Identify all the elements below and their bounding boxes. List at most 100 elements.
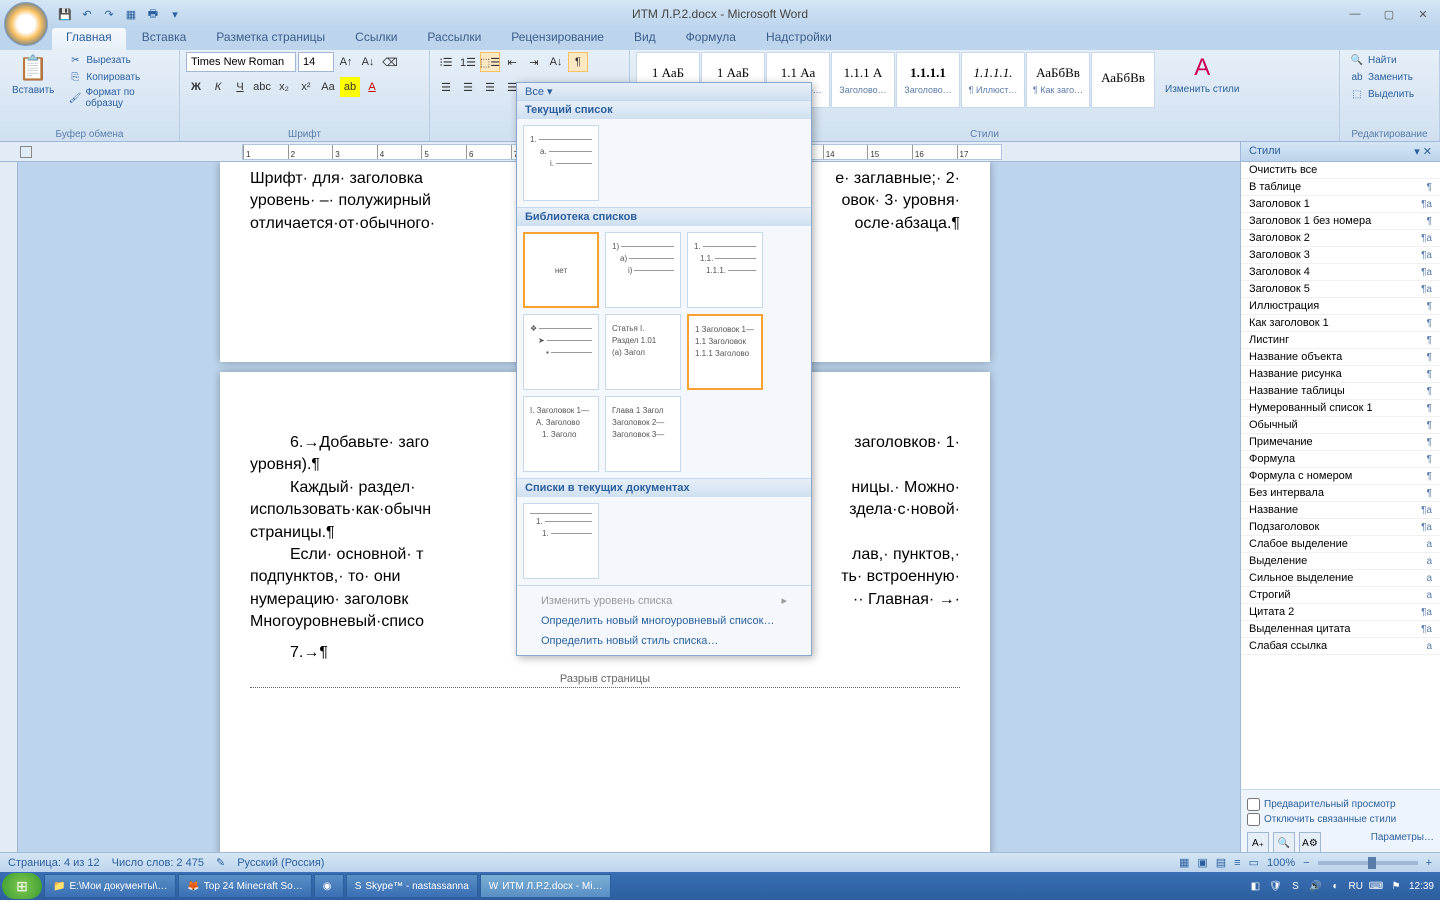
format-painter-button[interactable]: 🖌Формат по образцу [64, 86, 173, 110]
style-list-item[interactable]: Листинг¶ [1241, 332, 1440, 349]
taskbar-item[interactable]: WИТМ Л.Р.2.docx - Mi… [480, 874, 612, 898]
style-list-item[interactable]: Обычный¶ [1241, 417, 1440, 434]
select-button[interactable]: ⬚Выделить [1346, 86, 1418, 102]
zoom-in-button[interactable]: + [1426, 857, 1432, 869]
strike-button[interactable]: abc [252, 77, 272, 97]
list-preview-item[interactable]: 1 Заголовок 1— 1.1 Заголовок 1.1.1 Загол… [687, 314, 763, 390]
style-gallery-item[interactable]: 1.1.1.1Заголово… [896, 52, 960, 108]
styles-list[interactable]: Очистить всеВ таблице¶Заголовок 1¶аЗагол… [1241, 162, 1440, 789]
style-list-item[interactable]: Примечание¶ [1241, 434, 1440, 451]
bullets-button[interactable]: ⁝☰ [436, 52, 456, 72]
tray-icon[interactable]: ◐ [1329, 879, 1343, 893]
change-styles-button[interactable]: A Изменить стили [1159, 52, 1245, 97]
italic-button[interactable]: К [208, 77, 228, 97]
view-draft[interactable]: ▭ [1249, 856, 1259, 869]
align-center-button[interactable]: ☰ [458, 77, 478, 97]
style-list-item[interactable]: Выделениеa [1241, 553, 1440, 570]
tray-icon[interactable]: 🛡 [1269, 879, 1283, 893]
replace-button[interactable]: abЗаменить [1346, 69, 1418, 85]
vertical-ruler[interactable] [0, 162, 18, 860]
taskbar-item[interactable]: ◉ [314, 874, 344, 898]
tray-icon[interactable]: 🔊 [1309, 879, 1323, 893]
menu-define-style[interactable]: Определить новый стиль списка… [517, 631, 811, 651]
style-list-item[interactable]: Заголовок 3¶а [1241, 247, 1440, 264]
style-list-item[interactable]: Формула с номером¶ [1241, 468, 1440, 485]
style-list-item[interactable]: Подзаголовок¶а [1241, 519, 1440, 536]
style-list-item[interactable]: Название¶а [1241, 502, 1440, 519]
font-name-select[interactable] [186, 52, 296, 72]
superscript-button[interactable]: x² [296, 77, 316, 97]
tab-view[interactable]: Вид [620, 28, 670, 50]
style-gallery-item[interactable]: АаБбВв [1091, 52, 1155, 108]
tab-mailings[interactable]: Рассылки [413, 28, 495, 50]
list-preview-item[interactable]: Глава 1 Загол Заголовок 2— Заголовок 3— [605, 396, 681, 472]
style-list-item[interactable]: Без интервала¶ [1241, 485, 1440, 502]
tab-addins[interactable]: Надстройки [752, 28, 846, 50]
style-list-item[interactable]: Сильное выделениеa [1241, 570, 1440, 587]
style-list-item[interactable]: Заголовок 4¶а [1241, 264, 1440, 281]
zoom-slider[interactable] [1318, 861, 1418, 865]
style-list-item[interactable]: Название рисунка¶ [1241, 366, 1440, 383]
clock[interactable]: 12:39 [1409, 881, 1434, 892]
show-marks-button[interactable]: ¶ [568, 52, 588, 72]
style-gallery-item[interactable]: 1.1.1.1.¶ Иллюст… [961, 52, 1025, 108]
subscript-button[interactable]: x₂ [274, 77, 294, 97]
style-list-item[interactable]: Слабое выделениеa [1241, 536, 1440, 553]
close-button[interactable]: ✕ [1410, 5, 1436, 23]
list-preview-item[interactable]: ❖ ➤ ▪ [523, 314, 599, 390]
list-preview-item[interactable]: 1. 1.1. 1.1.1. [687, 232, 763, 308]
style-list-item[interactable]: Цитата 2¶а [1241, 604, 1440, 621]
list-preview-none[interactable]: нет [523, 232, 599, 308]
underline-button[interactable]: Ч [230, 77, 250, 97]
tab-references[interactable]: Ссылки [341, 28, 411, 50]
styles-params-link[interactable]: Параметры… [1371, 832, 1434, 854]
align-right-button[interactable]: ☰ [480, 77, 500, 97]
style-list-item[interactable]: Строгийa [1241, 587, 1440, 604]
style-list-item[interactable]: Название объекта¶ [1241, 349, 1440, 366]
bold-button[interactable]: Ж [186, 77, 206, 97]
style-list-item[interactable]: Слабая ссылкаa [1241, 638, 1440, 655]
font-color-button[interactable]: A [362, 77, 382, 97]
clear-format-button[interactable]: ⌫ [380, 52, 400, 72]
undo-icon[interactable]: ↶ [78, 5, 96, 23]
language-bar[interactable]: RU [1349, 881, 1363, 892]
new-style-button[interactable]: A₊ [1247, 832, 1269, 854]
grow-font-button[interactable]: A↑ [336, 52, 356, 72]
style-list-item[interactable]: Название таблицы¶ [1241, 383, 1440, 400]
style-list-item[interactable]: В таблице¶ [1241, 179, 1440, 196]
menu-define-multilevel[interactable]: Определить новый многоуровневый список… [517, 611, 811, 631]
tab-review[interactable]: Рецензирование [497, 28, 618, 50]
tab-insert[interactable]: Вставка [128, 28, 201, 50]
cut-button[interactable]: ✂Вырезать [64, 52, 173, 68]
qat-more-icon[interactable]: ▾ [166, 5, 184, 23]
decrease-indent-button[interactable]: ⇤ [502, 52, 522, 72]
style-list-item[interactable]: Заголовок 5¶а [1241, 281, 1440, 298]
tab-layout[interactable]: Разметка страницы [202, 28, 339, 50]
multilevel-list-button[interactable]: ⬚☰ [480, 52, 500, 72]
view-print-layout[interactable]: ▦ [1179, 856, 1189, 869]
taskbar-item[interactable]: 📁E:\Мои документы\… [44, 874, 176, 898]
tray-icon[interactable]: ⚑ [1389, 879, 1403, 893]
style-gallery-item[interactable]: АаБбВв¶ Как заго… [1026, 52, 1090, 108]
paste-button[interactable]: 📋 Вставить [6, 52, 60, 98]
list-preview-item[interactable]: 1) a) i) [605, 232, 681, 308]
manage-styles-button[interactable]: A⚙ [1299, 832, 1321, 854]
style-list-item[interactable]: Формула¶ [1241, 451, 1440, 468]
start-button[interactable]: ⊞ [2, 873, 42, 899]
minimize-button[interactable]: — [1342, 5, 1368, 23]
language-indicator[interactable]: Русский (Россия) [237, 857, 324, 869]
align-left-button[interactable]: ☰ [436, 77, 456, 97]
preview-checkbox[interactable]: Предварительный просмотр [1247, 798, 1434, 811]
numbering-button[interactable]: 1☰ [458, 52, 478, 72]
style-list-item[interactable]: Заголовок 1 без номера¶ [1241, 213, 1440, 230]
style-list-item[interactable]: Как заголовок 1¶ [1241, 315, 1440, 332]
page-indicator[interactable]: Страница: 4 из 12 [8, 857, 100, 869]
zoom-out-button[interactable]: − [1303, 857, 1309, 869]
style-list-item[interactable]: Очистить все [1241, 162, 1440, 179]
view-outline[interactable]: ≡ [1234, 857, 1240, 869]
change-case-button[interactable]: Aa [318, 77, 338, 97]
font-size-select[interactable] [298, 52, 334, 72]
style-inspector-button[interactable]: 🔍 [1273, 832, 1295, 854]
office-button[interactable] [4, 2, 48, 46]
style-list-item[interactable]: Иллюстрация¶ [1241, 298, 1440, 315]
